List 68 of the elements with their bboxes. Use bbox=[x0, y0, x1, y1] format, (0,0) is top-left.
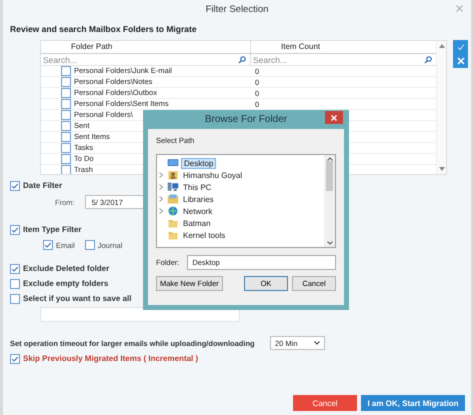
checkbox[interactable] bbox=[61, 165, 71, 174]
checkbox[interactable] bbox=[10, 264, 20, 274]
checkbox[interactable] bbox=[10, 225, 20, 235]
tree-item[interactable]: Kernel tools bbox=[181, 230, 228, 240]
checkbox[interactable] bbox=[61, 88, 71, 98]
start-migration-button[interactable]: I am OK, Start Migration bbox=[361, 395, 465, 411]
option-label: Exclude empty folders bbox=[23, 279, 108, 289]
dialog-title: Browse For Folder bbox=[204, 114, 288, 125]
scroll-thumb[interactable] bbox=[326, 161, 333, 191]
tree-item[interactable]: This PC bbox=[181, 182, 214, 192]
tree-item[interactable]: Desktop bbox=[181, 158, 216, 168]
column-header[interactable]: Item Count bbox=[251, 41, 436, 53]
folder-icon bbox=[167, 217, 179, 229]
expand-icon[interactable] bbox=[159, 184, 163, 190]
checkbox[interactable] bbox=[84, 240, 95, 250]
search-icon[interactable] bbox=[424, 56, 432, 64]
search-field[interactable]: Search... bbox=[253, 54, 403, 64]
check-icon bbox=[456, 43, 464, 51]
close-button[interactable] bbox=[325, 111, 343, 124]
option-label: Item Type Filter bbox=[23, 225, 82, 235]
tree-item[interactable]: Batman bbox=[181, 218, 213, 228]
checkbox[interactable] bbox=[43, 240, 53, 250]
caret-icon bbox=[314, 341, 320, 345]
checkbox[interactable] bbox=[61, 143, 71, 153]
checkbox[interactable] bbox=[10, 294, 20, 304]
option-label: Skip Previously Migrated Items ( Incremental ) bbox=[23, 354, 198, 364]
checkbox[interactable] bbox=[10, 354, 20, 364]
checkbox[interactable] bbox=[61, 154, 71, 164]
checkbox[interactable] bbox=[61, 99, 71, 109]
search-icon[interactable] bbox=[238, 56, 246, 64]
input-field[interactable] bbox=[40, 307, 240, 322]
checkbox[interactable] bbox=[10, 181, 20, 191]
libraries-icon bbox=[167, 193, 179, 205]
scroll-down-icon[interactable] bbox=[326, 241, 332, 245]
user-icon bbox=[167, 169, 179, 181]
scrollbar[interactable] bbox=[324, 155, 335, 247]
window-title: Filter Selection bbox=[206, 4, 268, 14]
tree-item[interactable]: Himanshu Goyal bbox=[181, 170, 244, 180]
option-label: Select if you want to save all bbox=[23, 294, 132, 304]
tree-item[interactable]: Network bbox=[181, 206, 214, 216]
checkbox[interactable] bbox=[61, 132, 71, 142]
network-icon bbox=[167, 205, 179, 217]
expand-icon[interactable] bbox=[159, 208, 163, 214]
checkbox[interactable] bbox=[61, 77, 71, 87]
tree-item[interactable]: Libraries bbox=[181, 194, 216, 204]
option-label: Exclude Deleted folder bbox=[23, 264, 110, 274]
expand-icon[interactable] bbox=[159, 196, 163, 202]
scroll-up-icon[interactable] bbox=[326, 157, 332, 161]
close-icon bbox=[331, 114, 337, 120]
close-icon bbox=[456, 57, 464, 65]
expand-icon[interactable] bbox=[159, 172, 163, 178]
checkbox[interactable] bbox=[10, 279, 20, 289]
checkbox[interactable] bbox=[61, 66, 71, 76]
scroll-up-icon[interactable] bbox=[438, 44, 444, 48]
cancel-button[interactable]: Cancel bbox=[293, 395, 357, 411]
option-label: Date Filter bbox=[23, 181, 62, 191]
section-heading: Review and search Mailbox Folders to Migrate bbox=[10, 23, 198, 35]
close-icon[interactable] bbox=[456, 5, 463, 12]
scroll-down-icon[interactable] bbox=[438, 167, 444, 171]
deselect-all-button[interactable] bbox=[453, 54, 468, 68]
checkbox[interactable] bbox=[61, 110, 71, 120]
column-header[interactable]: Folder Path bbox=[41, 41, 251, 53]
search-field[interactable]: Search... bbox=[43, 54, 193, 64]
pc-icon bbox=[167, 181, 179, 193]
desktop-icon bbox=[167, 157, 179, 169]
checkbox[interactable] bbox=[61, 121, 71, 131]
select-all-button[interactable] bbox=[453, 40, 468, 54]
scrollbar[interactable] bbox=[436, 41, 446, 174]
